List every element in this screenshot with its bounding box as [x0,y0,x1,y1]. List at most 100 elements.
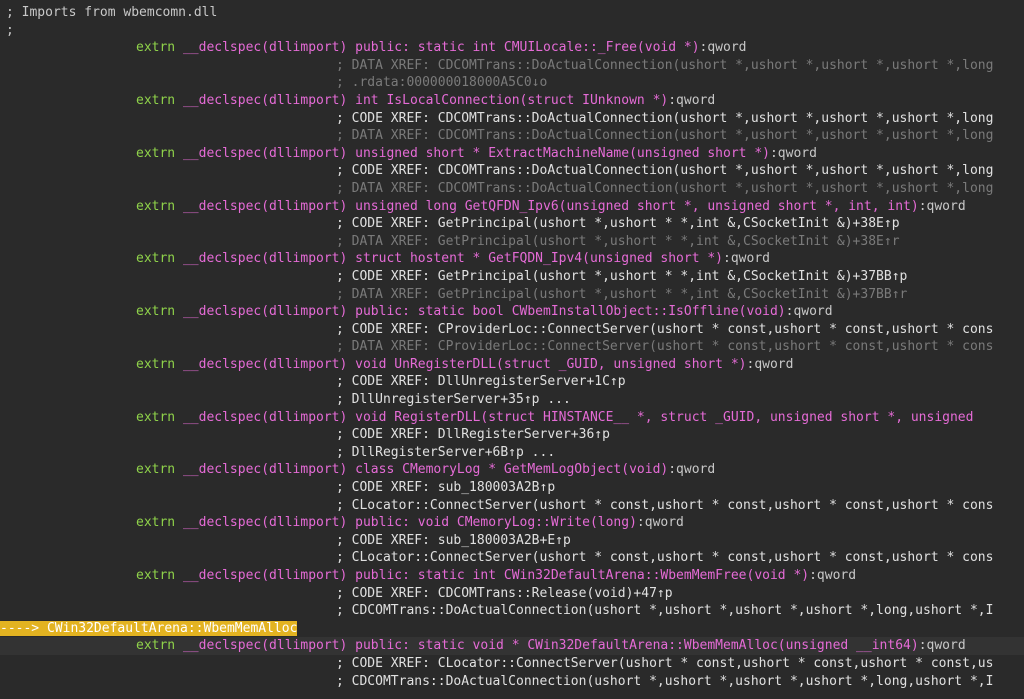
type-suffix: :qword [699,40,747,56]
type-suffix: :qword [918,638,966,654]
import-declaration[interactable]: __declspec(dllimport) public: static int… [183,568,809,583]
listing-line[interactable]: ; Imports from wbemcomn.dll [0,4,1024,22]
listing-line[interactable]: ; DATA XREF: CDCOMTrans::DoActualConnect… [0,57,1024,75]
listing-line[interactable]: ; CODE XREF: CDCOMTrans::Release(void)+4… [0,585,1024,603]
listing-line[interactable]: extrn __declspec(dllimport) class CMemor… [0,461,1024,479]
import-declaration[interactable]: __declspec(dllimport) int IsLocalConnect… [183,93,668,108]
code-xref-comment[interactable]: ; CODE XREF: CDCOMTrans::Release(void)+4… [336,586,673,601]
import-declaration[interactable]: __declspec(dllimport) class CMemoryLog *… [183,462,668,477]
data-xref-comment[interactable]: ; DATA XREF: CProviderLoc::ConnectServer… [336,339,993,354]
import-declaration[interactable]: __declspec(dllimport) void RegisterDLL(s… [183,410,974,425]
comment-text: ; [6,22,14,38]
listing-line[interactable]: ; [0,22,1024,40]
type-suffix: :qword [809,568,857,583]
listing-line[interactable]: ; DllRegisterServer+6B↑p ... [0,444,1024,462]
listing-line[interactable]: ; CODE XREF: CDCOMTrans::DoActualConnect… [0,110,1024,128]
type-suffix: :qword [636,515,684,531]
code-xref-comment[interactable]: ; CODE XREF: GetPrincipal(ushort *,ushor… [336,269,907,284]
comment-text: ; Imports from wbemcomn.dll [6,5,218,20]
listing-line[interactable]: ; CLocator::ConnectServer(ushort * const… [0,549,1024,567]
extrn-keyword: extrn [136,515,183,531]
extrn-keyword: extrn [136,356,183,372]
type-suffix: :qword [668,462,716,478]
listing-line[interactable]: extrn __declspec(dllimport) public: void… [0,514,1024,532]
data-xref-comment[interactable]: ; DATA XREF: GetPrincipal(ushort *,ushor… [336,287,907,302]
extrn-keyword: extrn [136,92,183,108]
listing-line[interactable]: ; CODE XREF: sub_180003A2B+E↑p [0,532,1024,550]
code-xref-comment[interactable]: ; CLocator::ConnectServer(ushort * const… [336,550,993,565]
type-suffix: :qword [769,145,817,161]
listing-line[interactable]: ----> CWin32DefaultArena::WbemMemAlloc [0,620,1024,638]
extrn-keyword: extrn [136,40,183,56]
disassembly-view[interactable]: ; Imports from wbemcomn.dll; extrn __decl… [0,0,1024,699]
listing-line[interactable]: ; DATA XREF: CDCOMTrans::DoActualConnect… [0,127,1024,145]
type-suffix: :qword [785,304,833,320]
listing-line[interactable]: extrn __declspec(dllimport) public: stat… [0,303,1024,321]
listing-line[interactable]: extrn __declspec(dllimport) void UnRegis… [0,356,1024,374]
listing-line[interactable]: ; DATA XREF: GetPrincipal(ushort *,ushor… [0,233,1024,251]
extrn-keyword: extrn [136,145,183,161]
code-xref-comment[interactable]: ; CODE XREF: GetPrincipal(ushort *,ushor… [336,216,900,231]
extrn-keyword: extrn [136,462,183,478]
code-xref-comment[interactable]: ; CODE XREF: DllUnregisterServer+1C↑p [336,374,626,389]
code-xref-comment[interactable]: ; CODE XREF: DllRegisterServer+36↑p [336,427,610,442]
listing-line[interactable]: ; DllUnregisterServer+35↑p ... [0,391,1024,409]
listing-line[interactable]: ; CLocator::ConnectServer(ushort * const… [0,497,1024,515]
import-declaration[interactable]: __declspec(dllimport) public: void CMemo… [183,515,637,530]
listing-line[interactable]: ; CODE XREF: GetPrincipal(ushort *,ushor… [0,215,1024,233]
listing-line[interactable]: extrn __declspec(dllimport) int IsLocalC… [0,92,1024,110]
code-xref-comment[interactable]: ; CODE XREF: sub_180003A2B↑p [336,480,555,495]
code-xref-comment[interactable]: ; CDCOMTrans::DoActualConnection(ushort … [336,603,993,618]
type-suffix: :qword [723,251,770,267]
code-xref-comment[interactable]: ; CLocator::ConnectServer(ushort * const… [336,498,993,513]
listing-line[interactable]: extrn __declspec(dllimport) void Registe… [0,409,1024,427]
data-xref-comment[interactable]: ; .rdata:000000018000A5C0↓o [336,75,547,90]
listing-line[interactable]: ; CODE XREF: sub_180003A2B↑p [0,479,1024,497]
listing-line[interactable]: ; CODE XREF: CLocator::ConnectServer(ush… [0,655,1024,673]
listing-line[interactable]: extrn __declspec(dllimport) unsigned lon… [0,198,1024,216]
listing-line[interactable]: extrn __declspec(dllimport) public: stat… [0,567,1024,585]
import-declaration[interactable]: __declspec(dllimport) unsigned short * E… [183,146,770,161]
data-xref-comment[interactable]: ; DATA XREF: GetPrincipal(ushort *,ushor… [336,234,900,249]
listing-line[interactable]: ; DATA XREF: CDCOMTrans::DoActualConnect… [0,180,1024,198]
code-xref-comment[interactable]: ; CODE XREF: CLocator::ConnectServer(ush… [336,656,993,671]
import-declaration[interactable]: __declspec(dllimport) void UnRegisterDLL… [183,357,747,372]
listing-line[interactable]: ; CDCOMTrans::DoActualConnection(ushort … [0,673,1024,691]
listing-line[interactable]: ; CODE XREF: CProviderLoc::ConnectServer… [0,321,1024,339]
listing-line[interactable]: extrn __declspec(dllimport) struct hoste… [0,250,1024,268]
import-declaration[interactable]: __declspec(dllimport) public: static voi… [183,638,919,653]
extrn-keyword: extrn [136,304,183,320]
extrn-keyword: extrn [136,409,183,425]
import-declaration[interactable]: __declspec(dllimport) unsigned long GetQ… [183,199,919,214]
listing-lines: ; Imports from wbemcomn.dll; extrn __decl… [0,0,1024,690]
listing-line[interactable]: extrn __declspec(dllimport) unsigned sho… [0,145,1024,163]
extrn-keyword: extrn [136,251,183,267]
data-xref-comment[interactable]: ; DATA XREF: CDCOMTrans::DoActualConnect… [336,181,993,196]
import-declaration[interactable]: __declspec(dllimport) public: static int… [183,40,700,55]
type-suffix: :qword [918,198,966,214]
type-suffix: :qword [668,92,716,108]
code-xref-comment[interactable]: ; DllRegisterServer+6B↑p ... [336,445,555,460]
listing-line[interactable]: ; CODE XREF: DllRegisterServer+36↑p [0,426,1024,444]
data-xref-comment[interactable]: ; DATA XREF: CDCOMTrans::DoActualConnect… [336,58,993,73]
code-xref-comment[interactable]: ; CODE XREF: sub_180003A2B+E↑p [336,533,571,548]
code-xref-comment[interactable]: ; CODE XREF: CProviderLoc::ConnectServer… [336,322,993,337]
listing-line[interactable]: ; .rdata:000000018000A5C0↓o [0,74,1024,92]
code-xref-comment[interactable]: ; DllUnregisterServer+35↑p ... [336,392,571,407]
listing-line[interactable]: ; CODE XREF: DllUnregisterServer+1C↑p [0,373,1024,391]
listing-line[interactable]: extrn __declspec(dllimport) public: stat… [0,637,1024,655]
import-declaration[interactable]: __declspec(dllimport) struct hostent * G… [183,251,723,266]
type-suffix: :qword [746,356,794,372]
listing-line[interactable]: ; DATA XREF: GetPrincipal(ushort *,ushor… [0,286,1024,304]
code-xref-comment[interactable]: ; CODE XREF: CDCOMTrans::DoActualConnect… [336,163,993,178]
listing-line[interactable]: ; DATA XREF: CProviderLoc::ConnectServer… [0,338,1024,356]
code-xref-comment[interactable]: ; CDCOMTrans::DoActualConnection(ushort … [336,674,993,689]
listing-line[interactable]: ; CDCOMTrans::DoActualConnection(ushort … [0,602,1024,620]
data-xref-comment[interactable]: ; DATA XREF: CDCOMTrans::DoActualConnect… [336,128,993,143]
import-declaration[interactable]: __declspec(dllimport) public: static boo… [183,304,786,319]
listing-line[interactable]: extrn __declspec(dllimport) public: stat… [0,39,1024,57]
extrn-keyword: extrn [136,198,183,214]
code-xref-comment[interactable]: ; CODE XREF: CDCOMTrans::DoActualConnect… [336,111,993,126]
listing-line[interactable]: ; CODE XREF: GetPrincipal(ushort *,ushor… [0,268,1024,286]
listing-line[interactable]: ; CODE XREF: CDCOMTrans::DoActualConnect… [0,162,1024,180]
